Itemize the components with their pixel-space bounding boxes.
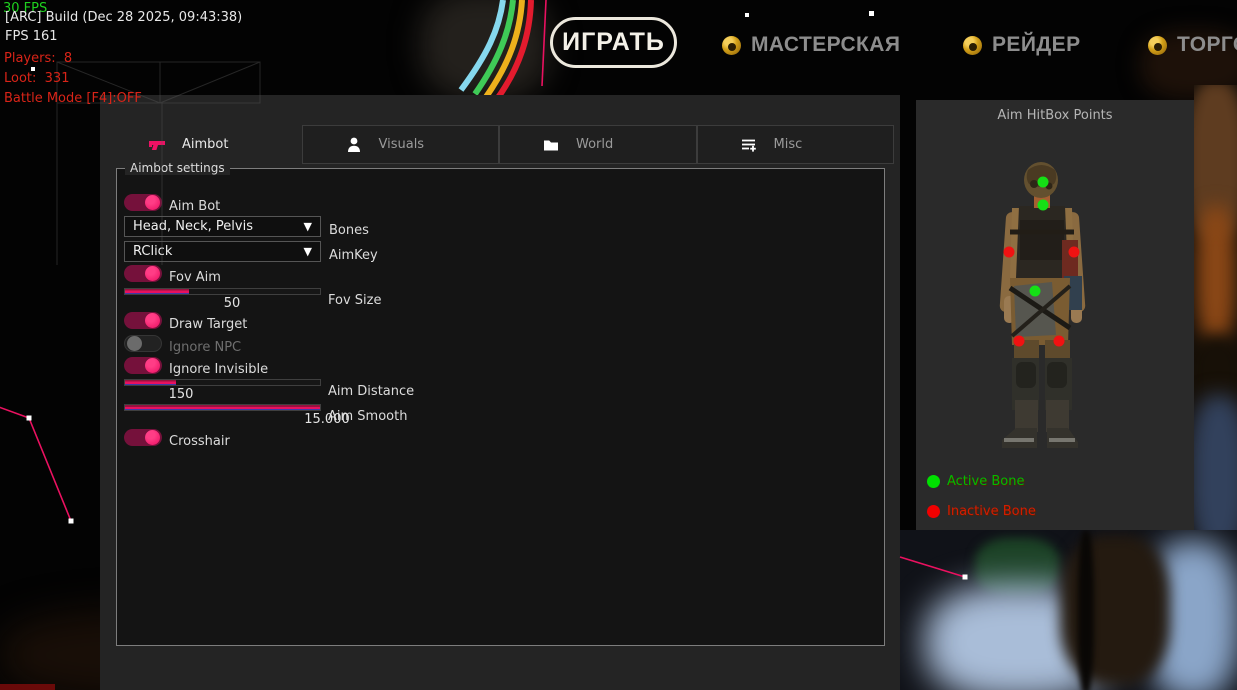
aim-distance-slider[interactable] <box>124 379 321 386</box>
play-button-label: ИГРАТЬ <box>562 28 665 57</box>
bg-right-strip <box>1194 85 1237 530</box>
hitbox-point-thigh-right <box>1054 336 1065 347</box>
nav-item-label: МАСТЕРСКАЯ <box>751 33 900 57</box>
tab-aimbot[interactable]: Aimbot <box>116 125 302 164</box>
tab-label: Misc <box>774 137 803 152</box>
toggle-knob <box>145 313 160 328</box>
bg-bottom-right <box>900 530 1237 690</box>
legend-label: Inactive Bone <box>947 504 1036 519</box>
rainbow-neon-sign <box>425 0 545 100</box>
toggle-knob <box>145 266 160 281</box>
play-button[interactable]: ИГРАТЬ <box>550 17 677 68</box>
bones-label: Bones <box>329 223 369 238</box>
nav-item-label: ТОРГО <box>1177 33 1237 57</box>
hitbox-point-shoulder-right <box>1069 247 1080 258</box>
ignore-invisible-label: Ignore Invisible <box>169 362 268 377</box>
fov-aim-toggle[interactable] <box>124 265 162 282</box>
fov-aim-label: Fov Aim <box>169 270 221 285</box>
legend-label: Active Bone <box>947 474 1024 489</box>
tab-visuals[interactable]: Visuals <box>302 125 500 164</box>
slider-fill <box>125 405 320 410</box>
settings-group-title: Aimbot settings <box>125 161 230 175</box>
tab-label: World <box>576 137 613 152</box>
toggle-knob <box>145 195 160 210</box>
hud-build-info: [ARC] Build (Dec 28 2025, 09:43:38) <box>5 10 242 25</box>
game-screen: 30 FPS [ARC] Build (Dec 28 2025, 09:43:3… <box>0 0 1237 690</box>
cheat-menu-panel: Aimbot Visuals World <box>100 95 900 690</box>
crosshair-label: Crosshair <box>169 434 230 449</box>
fov-size-label: Fov Size <box>328 293 381 308</box>
hitbox-point-head <box>1038 177 1049 188</box>
inactive-bone-dot-icon <box>927 505 940 518</box>
aimkey-select-value: RClick <box>133 244 304 259</box>
hud-loot: Loot: 331 <box>4 71 69 86</box>
aim-smooth-slider[interactable] <box>124 404 321 411</box>
draw-target-label: Draw Target <box>169 317 247 332</box>
crosshair-toggle[interactable] <box>124 429 162 446</box>
hitbox-point-thigh-left <box>1014 336 1025 347</box>
ignore-invisible-toggle[interactable] <box>124 357 162 374</box>
aim-smooth-value: 15.000 <box>304 412 350 427</box>
slider-fill <box>125 380 176 385</box>
aim-distance-label: Aim Distance <box>328 384 414 399</box>
coin-icon <box>963 36 982 55</box>
person-icon <box>345 136 363 154</box>
ignore-npc-label: Ignore NPC <box>169 340 241 355</box>
tab-misc[interactable]: Misc <box>697 125 895 164</box>
legend-inactive-bone: Inactive Bone <box>927 504 1036 519</box>
nav-item-raider[interactable]: РЕЙДЕР <box>963 33 1080 57</box>
fov-size-slider[interactable] <box>124 288 321 295</box>
ignore-npc-toggle[interactable] <box>124 335 162 352</box>
fov-size-value: 50 <box>224 296 241 311</box>
hitbox-point-neck <box>1038 200 1049 211</box>
aim-bot-label: Aim Bot <box>169 199 220 214</box>
legend-active-bone: Active Bone <box>927 474 1024 489</box>
aimkey-select[interactable]: RClick ▼ <box>124 241 321 262</box>
chevron-down-icon: ▼ <box>304 220 312 233</box>
active-bone-dot-icon <box>927 475 940 488</box>
tab-label: Visuals <box>379 137 425 152</box>
nav-item-label: РЕЙДЕР <box>992 33 1080 57</box>
hud-game-fps: FPS 161 <box>5 29 58 44</box>
aimbot-settings-group: Aimbot settings Aim Bot Head, Neck, Pelv… <box>116 168 885 646</box>
hitbox-points-layer <box>916 100 1194 530</box>
playlist-add-icon <box>740 136 758 154</box>
toggle-knob <box>145 430 160 445</box>
hitbox-point-pelvis <box>1030 286 1041 297</box>
hud-battle-mode: Battle Mode [F4]:OFF <box>4 91 142 106</box>
slider-fill <box>125 289 189 294</box>
toggle-knob <box>145 358 160 373</box>
hitbox-panel: Aim HitBox Points <box>916 100 1194 530</box>
tab-bar: Aimbot Visuals World <box>116 125 894 164</box>
coin-icon <box>722 36 741 55</box>
aim-bot-toggle[interactable] <box>124 194 162 211</box>
bones-select[interactable]: Head, Neck, Pelvis ▼ <box>124 216 321 237</box>
pistol-icon <box>148 136 166 154</box>
tab-label: Aimbot <box>182 137 228 152</box>
hud-players: Players: 8 <box>4 51 72 66</box>
toggle-knob <box>127 336 142 351</box>
aim-distance-value: 150 <box>169 387 194 402</box>
folder-icon <box>542 136 560 154</box>
chevron-down-icon: ▼ <box>304 245 312 258</box>
tab-world[interactable]: World <box>499 125 697 164</box>
coin-icon <box>1148 36 1167 55</box>
aimkey-label: AimKey <box>329 248 378 263</box>
nav-item-trade[interactable]: ТОРГО <box>1148 33 1237 57</box>
draw-target-toggle[interactable] <box>124 312 162 329</box>
nav-item-workshop[interactable]: МАСТЕРСКАЯ <box>722 33 900 57</box>
bones-select-value: Head, Neck, Pelvis <box>133 219 304 234</box>
hitbox-point-shoulder-left <box>1004 247 1015 258</box>
